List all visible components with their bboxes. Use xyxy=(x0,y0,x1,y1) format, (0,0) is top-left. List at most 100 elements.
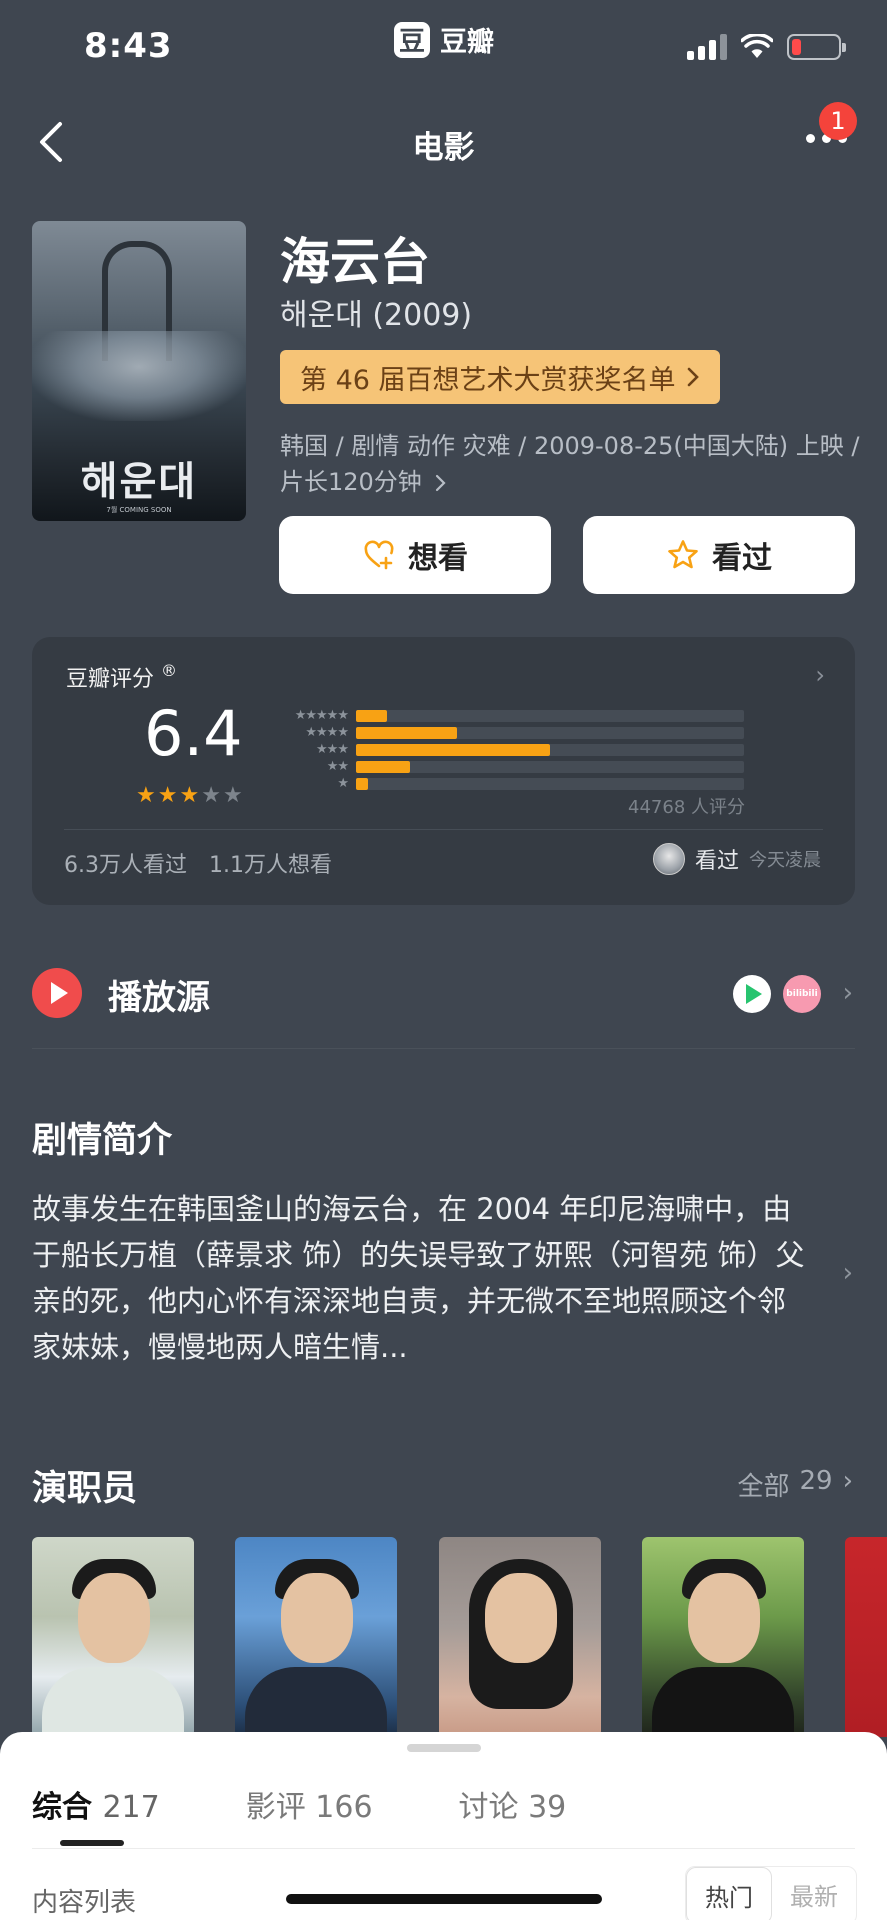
tab-count: 166 xyxy=(315,1790,373,1825)
tab-discussions[interactable]: 讨论 39 xyxy=(459,1782,567,1826)
sort-new-button[interactable]: 最新 xyxy=(772,1867,856,1920)
cast-member-photo[interactable] xyxy=(642,1537,804,1737)
bar-fill xyxy=(356,743,550,756)
bilibili-icon[interactable]: bilibili xyxy=(783,975,821,1013)
my-status: 看过 xyxy=(694,849,739,874)
synopsis-title: 剧情简介 xyxy=(32,1121,173,1161)
rating-score: 6.4 xyxy=(144,697,243,770)
seen-label: 看过 xyxy=(712,541,772,576)
bottom-sheet: 综合 217 影评 166 讨论 39 内容列表 热门 最新 xyxy=(0,1732,887,1920)
cast-all-count: 29 xyxy=(799,1466,833,1496)
status-app-indicator: 豆 豆瓣 xyxy=(394,20,494,59)
signal-icon xyxy=(687,34,727,60)
cast-all-label: 全部 xyxy=(737,1472,790,1502)
award-banner[interactable]: 第 46 届百想艺术大赏获奖名单 xyxy=(280,350,720,404)
battery-icon xyxy=(787,34,846,60)
play-source-row[interactable]: 播放源 bilibili › xyxy=(0,950,887,1046)
content-list-label: 内容列表 xyxy=(32,1888,137,1918)
my-rating-status[interactable]: 看过 今天凌晨 xyxy=(652,843,821,875)
douban-logo-icon: 豆 xyxy=(394,21,430,58)
chevron-right-icon: › xyxy=(842,978,853,1008)
bar-star-label: ★★★★★ xyxy=(294,708,349,723)
bar-track xyxy=(356,709,744,722)
tencent-video-icon[interactable] xyxy=(733,975,771,1013)
cast-member-photo[interactable] xyxy=(235,1537,397,1737)
chevron-right-icon[interactable]: › xyxy=(843,1258,853,1288)
movie-original-title: 해운대 (2009) xyxy=(280,298,473,333)
bar-star-label: ★ xyxy=(337,776,349,791)
rating-label: 豆瓣评分 ® xyxy=(66,661,177,693)
synopsis-text[interactable]: 故事发生在韩国釜山的海云台，在 2004 年印尼海啸中，由于船长万植（薛景求 饰… xyxy=(32,1186,812,1370)
cast-title: 演职员 xyxy=(32,1469,138,1509)
audience-stats: 6.3万人看过 1.1万人想看 xyxy=(64,847,332,879)
bar-track xyxy=(356,760,744,773)
movie-poster[interactable]: 해운대 7월 COMING SOON xyxy=(32,221,246,521)
bar-fill xyxy=(356,709,388,722)
rating-distribution: ★★★★★ ★★★★ ★★★ ★★ ★ xyxy=(270,707,744,792)
content-tabs: 综合 217 影评 166 讨论 39 xyxy=(32,1782,566,1826)
tab-reviews[interactable]: 影评 166 xyxy=(246,1782,373,1826)
star-outline-icon xyxy=(668,540,698,569)
movie-meta[interactable]: 韩国 / 剧情 动作 灾难 / 2009-08-25(中国大陆) 上映 / 片长… xyxy=(280,428,870,500)
bar-star-label: ★★★ xyxy=(316,742,349,757)
meta-line-duration: 片长120分钟 xyxy=(280,464,870,500)
tab-count: 39 xyxy=(528,1790,567,1825)
tab-label: 影评 xyxy=(245,1790,306,1825)
cast-view-all-link[interactable]: 全部 29 › xyxy=(737,1466,853,1503)
status-icons xyxy=(687,34,846,60)
heart-plus-icon xyxy=(364,540,394,570)
chevron-right-icon: › xyxy=(842,1466,853,1496)
play-source-label: 播放源 xyxy=(108,978,210,1018)
star-filled-icon: ★ xyxy=(179,783,200,808)
cast-member-photo[interactable] xyxy=(439,1537,601,1737)
chevron-right-icon: › xyxy=(815,661,825,689)
poster-title: 해운대 xyxy=(80,459,198,505)
watched-button[interactable]: 看过 xyxy=(583,516,855,594)
tab-overview[interactable]: 综合 217 xyxy=(32,1782,160,1826)
star-empty-icon: ★ xyxy=(201,783,221,808)
bar-fill xyxy=(356,760,411,773)
chevron-right-icon xyxy=(436,474,447,492)
cast-member-photo[interactable] xyxy=(32,1537,194,1737)
star-empty-icon: ★ xyxy=(222,783,243,808)
registered-mark: ® xyxy=(161,661,178,680)
bar-track xyxy=(356,777,744,790)
bar-star-label: ★★ xyxy=(326,759,349,774)
divider xyxy=(32,1848,855,1849)
home-indicator[interactable] xyxy=(286,1894,602,1904)
sheet-grabber-handle[interactable] xyxy=(407,1744,481,1752)
sort-toggle: 热门 最新 xyxy=(685,1866,857,1920)
tab-label: 讨论 xyxy=(458,1790,519,1825)
rating-count: 44768 人评分 xyxy=(628,797,745,818)
status-time: 8:43 xyxy=(84,26,173,66)
bar-star-label: ★★★★ xyxy=(305,725,349,740)
rating-bar-row: ★★★★ xyxy=(270,724,744,741)
divider xyxy=(32,1048,855,1049)
star-filled-icon: ★ xyxy=(136,783,156,808)
bar-track xyxy=(356,726,744,739)
bar-fill xyxy=(356,777,368,790)
wishlist-count: 1.1万人想看 xyxy=(209,853,332,878)
meta-line-genre: 韩国 / 剧情 动作 灾难 / 2009-08-25(中国大陆) 上映 / xyxy=(280,432,860,460)
bar-fill xyxy=(356,726,457,739)
award-label: 第 46 届百想艺术大赏获奖名单 xyxy=(300,364,676,396)
want-to-watch-button[interactable]: 想看 xyxy=(279,516,551,594)
poster-tagline: 7월 COMING SOON xyxy=(106,506,172,514)
tab-count: 217 xyxy=(102,1790,160,1825)
want-label: 想看 xyxy=(408,541,468,576)
status-app-name: 豆瓣 xyxy=(440,27,494,58)
rating-bar-row: ★ xyxy=(270,775,744,792)
avatar xyxy=(652,843,685,875)
star-filled-icon: ★ xyxy=(157,783,178,808)
rating-bar-row: ★★ xyxy=(270,758,744,775)
play-icon xyxy=(32,968,82,1018)
nav-bar: 电影 1 xyxy=(0,100,887,184)
rating-bar-row: ★★★ xyxy=(270,741,744,758)
status-bar: 8:43 豆 豆瓣 xyxy=(0,0,887,92)
tab-label: 综合 xyxy=(32,1790,92,1825)
rating-card[interactable]: 豆瓣评分 ® › 6.4 ★ ★ ★ ★ ★ ★★★★★ ★★★★ ★★★ ★★ ★ 44768… xyxy=(32,637,855,905)
notification-badge: 1 xyxy=(819,102,857,140)
sort-hot-button[interactable]: 热门 xyxy=(686,1867,772,1920)
chevron-right-icon xyxy=(687,367,699,387)
cast-member-photo[interactable] xyxy=(845,1537,887,1737)
